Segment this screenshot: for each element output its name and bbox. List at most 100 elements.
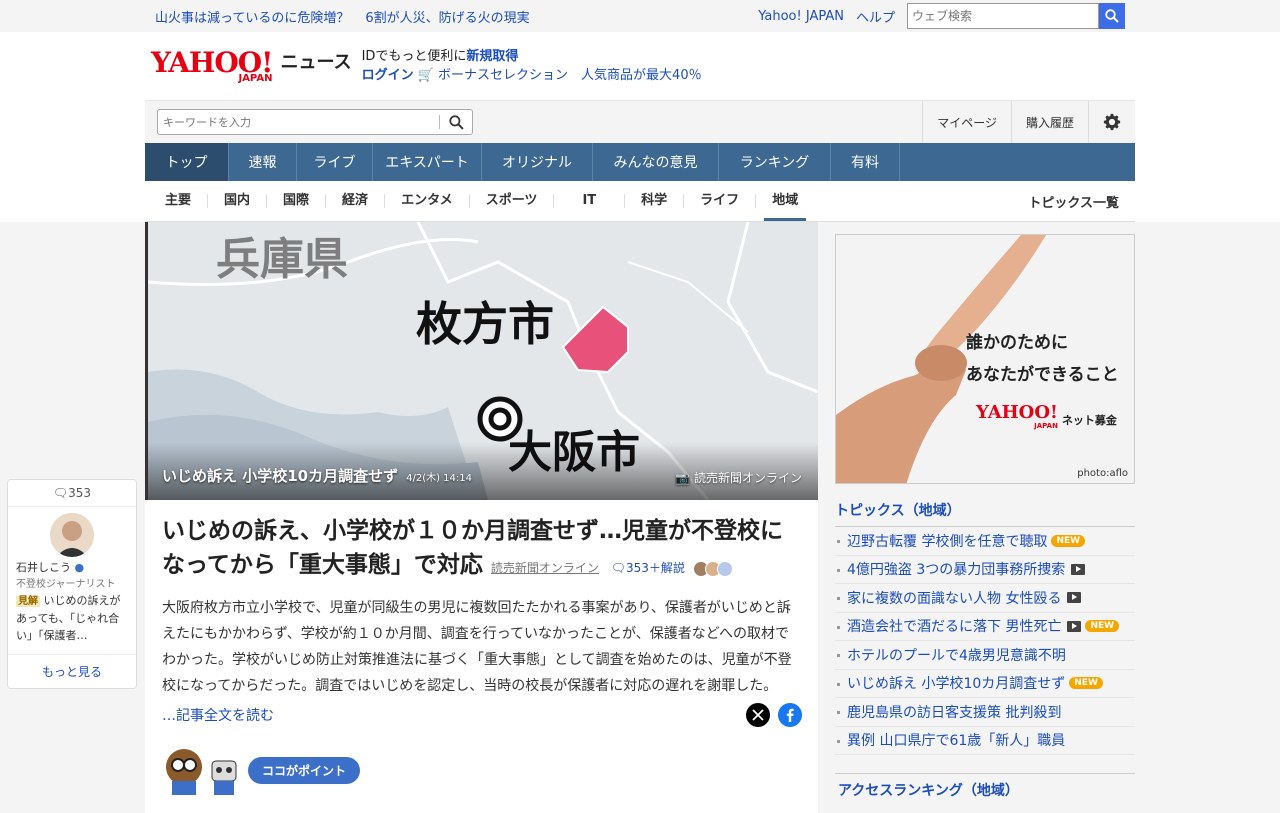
nav-tab-opinion[interactable]: みんなの意見 <box>593 143 719 181</box>
expert-comment-card[interactable]: 🗨353 石井しこう ● 不登校ジャーナリスト 見解 いじめの訴えがあっても、「… <box>7 479 137 689</box>
nav-tab-ranking[interactable]: ランキング <box>719 143 831 181</box>
article-meta: 読売新聞オンライン 🗨353＋解説 <box>491 560 733 577</box>
category-it[interactable]: IT <box>554 194 626 208</box>
topbar: 山火事は減っているのに危険増？ 6割が人災、防げる火の現実 Yahoo! JAP… <box>145 0 1135 32</box>
topic-item[interactable]: 4億円強盗 3つの暴力団事務所捜索 <box>835 556 1135 584</box>
keyword-input[interactable] <box>158 114 439 130</box>
topic-item[interactable]: 鹿児島県の訪日客支援策 批判殺到 <box>835 698 1135 727</box>
web-search-input[interactable] <box>907 3 1099 29</box>
category-life[interactable]: ライフ <box>684 194 757 208</box>
verified-icon: ● <box>74 561 85 574</box>
keyword-search-button[interactable] <box>440 114 472 130</box>
topic-title: 異例 山口県庁で61歳「新人」職員 <box>847 733 1066 750</box>
article: 兵庫県 枚方市 大阪市 いじめ訴え 小学校10カ月調査せず 4/2(木) 14:… <box>145 222 818 813</box>
expert-name-text: 石井しこう <box>16 561 71 574</box>
hero-source: 📷 読売新聞オンライン <box>675 469 802 486</box>
category-world[interactable]: 国際 <box>267 194 327 208</box>
header-bg: YAHOO! JAPAN ニュース IDでもっと便利に新規取得 ログイン 🛒 ボ… <box>0 32 1280 222</box>
category-main[interactable]: 主要 <box>145 194 209 208</box>
nav-tab-top[interactable]: トップ <box>145 143 229 181</box>
article-source-link[interactable]: 読売新聞オンライン <box>491 561 599 575</box>
category-economy[interactable]: 経済 <box>326 194 386 208</box>
new-badge: NEW <box>1085 620 1120 633</box>
avatar-face <box>50 513 94 557</box>
topbar-headline-link[interactable]: 6割が人災、防げる火の現実 <box>365 7 529 26</box>
hero-caption: いじめ訴え 小学校10カ月調査せず 4/2(木) 14:14 <box>162 465 472 486</box>
facebook-share-icon[interactable] <box>778 703 802 727</box>
new-badge: NEW <box>1069 677 1103 690</box>
category-domestic[interactable]: 国内 <box>208 194 268 208</box>
login-link[interactable]: ログイン <box>362 68 414 83</box>
read-more-link[interactable]: …記事全文を読む <box>162 705 274 725</box>
topic-item[interactable]: 酒造会社で酒だるに落下 男性死亡 NEW <box>835 613 1135 641</box>
ad-line-2: あなたができること <box>966 365 1119 385</box>
logo-news: ニュース <box>280 52 352 73</box>
settings-button[interactable] <box>1088 101 1135 143</box>
header-right-links: マイページ 購入履歴 <box>922 101 1135 143</box>
search-icon <box>1105 9 1119 23</box>
nav-tab-paid[interactable]: 有料 <box>831 143 900 181</box>
expert-count-value: 353 <box>68 486 92 500</box>
category-science[interactable]: 科学 <box>625 194 685 208</box>
article-summary: 大阪府枚方市立小学校で、児童が同級生の男児に複数回たたかれる事案があり、保護者が… <box>162 600 792 694</box>
article-headline: いじめの訴え、小学校が１０か月調査せず…児童が不登校になってから「重大事態」で対… <box>145 500 818 585</box>
nav-tab-breaking[interactable]: 速報 <box>229 143 297 181</box>
topic-item[interactable]: 辺野古転覆 学校側を任意で聴取 NEW <box>835 527 1135 556</box>
point-section: ココがポイント <box>145 727 818 813</box>
ad-logo-service: ネット募金 <box>1061 414 1117 427</box>
nav-tab-expert[interactable]: エキスパート <box>373 143 482 181</box>
point-badge[interactable]: ココがポイント <box>248 756 361 784</box>
comments-link[interactable]: 🗨353＋解説 <box>611 561 685 575</box>
promo-link[interactable]: ボーナスセレクション 人気商品が最大40％ <box>438 68 702 83</box>
topbar-right: Yahoo! JAPAN ヘルプ <box>758 3 1135 29</box>
camera-icon: 📷 <box>675 471 691 485</box>
topic-title: 辺野古転覆 学校側を任意で聴取 <box>847 533 1048 550</box>
nav-tab-original[interactable]: オリジナル <box>482 143 593 181</box>
video-icon <box>1071 563 1086 575</box>
web-search-button[interactable] <box>1099 3 1125 29</box>
topics-heading[interactable]: トピックス（地域） <box>835 484 1135 527</box>
mypage-link[interactable]: マイページ <box>922 101 1011 143</box>
map-label-hyogo: 兵庫県 <box>216 234 348 285</box>
hero-caption-title: いじめ訴え 小学校10カ月調査せず <box>162 467 399 485</box>
help-link[interactable]: ヘルプ <box>856 7 895 26</box>
keyword-search <box>157 109 473 135</box>
category-entertainment[interactable]: エンタメ <box>385 194 470 208</box>
topic-item[interactable]: 家に複数の面識ない人物 女性殴る <box>835 584 1135 613</box>
opinion-tag: 見解 <box>16 596 40 607</box>
topbar-headlines: 山火事は減っているのに危険増？ 6割が人災、防げる火の現実 <box>145 7 530 26</box>
search-row: マイページ 購入履歴 <box>145 100 1135 143</box>
topic-item[interactable]: ホテルのプールで4歳男児意識不明 <box>835 641 1135 670</box>
expert-comment-count: 🗨353 <box>8 480 136 507</box>
expert-more-link[interactable]: もっと見る <box>8 654 136 688</box>
comment-icon: 🗨 <box>610 561 626 575</box>
hero-image[interactable]: 兵庫県 枚方市 大阪市 いじめ訴え 小学校10カ月調査せず 4/2(木) 14:… <box>145 222 818 500</box>
nav-tab-live[interactable]: ライブ <box>297 143 373 181</box>
category-local[interactable]: 地域 <box>756 194 814 221</box>
topic-title: 酒造会社で酒だるに落下 男性死亡 <box>847 619 1062 636</box>
x-share-icon[interactable] <box>746 703 770 727</box>
expert-name: 石井しこう ● <box>8 559 136 575</box>
sidebar: 誰かのために あなたができること YAHOO! JAPAN ネット募金 photo… <box>835 222 1135 813</box>
hero-map: 兵庫県 枚方市 大阪市 <box>148 222 818 500</box>
cart-icon: 🛒 <box>417 68 434 83</box>
new-badge: NEW <box>1051 534 1086 547</box>
ad-photo-credit: photo:aflo <box>1077 468 1128 479</box>
yahoo-news-logo[interactable]: YAHOO! JAPAN ニュース <box>145 48 352 85</box>
signup-link[interactable]: 新規取得 <box>466 49 518 64</box>
video-icon <box>1067 592 1082 604</box>
search-icon <box>448 114 464 130</box>
topic-item[interactable]: いじめ訴え 小学校10カ月調査せず NEW <box>835 670 1135 698</box>
ad-banner[interactable]: 誰かのために あなたができること YAHOO! JAPAN ネット募金 photo… <box>835 234 1135 484</box>
yahoo-japan-link[interactable]: Yahoo! JAPAN <box>758 9 844 24</box>
category-sports[interactable]: スポーツ <box>470 194 555 208</box>
topic-item[interactable]: 異例 山口県庁で61歳「新人」職員 <box>835 727 1135 755</box>
read-more-row: …記事全文を読む <box>145 699 818 727</box>
gear-icon <box>1103 113 1121 131</box>
access-ranking-heading[interactable]: アクセスランキング（地域） <box>835 773 1135 806</box>
purchase-history-link[interactable]: 購入履歴 <box>1010 101 1088 143</box>
topbar-headline-link[interactable]: 山火事は減っているのに危険増？ <box>155 7 349 26</box>
expert-avatars-icon <box>692 560 733 577</box>
topics-list-link[interactable]: トピックス一覧 <box>1028 192 1119 211</box>
map-label-hirakata: 枚方市 <box>416 297 554 351</box>
